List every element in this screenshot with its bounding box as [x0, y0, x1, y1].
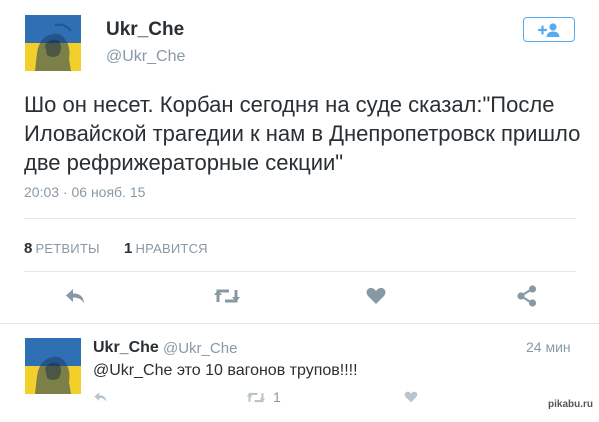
reply-author-name[interactable]: Ukr_Che — [93, 339, 159, 357]
retweets-label: РЕТВИТЫ — [35, 241, 100, 256]
reply-author-avatar[interactable] — [25, 338, 81, 394]
heart-icon — [366, 287, 386, 304]
reply-like-button[interactable] — [402, 389, 420, 405]
follow-button[interactable] — [523, 17, 575, 42]
author-name[interactable]: Ukr_Che — [106, 19, 184, 41]
reply-icon — [66, 289, 84, 303]
retweet-icon — [246, 392, 266, 402]
retweets-count: 8 — [24, 240, 33, 257]
retweet-icon — [214, 289, 240, 303]
reply-icon — [94, 392, 106, 402]
reply-author-handle[interactable]: @Ukr_Che — [163, 340, 237, 357]
share-icon — [517, 285, 537, 307]
author-avatar[interactable] — [25, 15, 81, 71]
likes-label: НРАВИТСЯ — [135, 241, 208, 256]
watermark: pikabu.ru — [548, 399, 594, 410]
divider — [24, 218, 576, 219]
add-user-icon — [537, 22, 560, 37]
likes-count: 1 — [124, 240, 133, 257]
share-button[interactable] — [513, 283, 541, 309]
retweets-stat[interactable]: 8 РЕТВИТЫ — [24, 240, 100, 257]
divider — [24, 271, 576, 272]
tweet-timestamp[interactable]: 20:03 · 06 нояб. 15 — [24, 184, 145, 200]
reply-retweet-button[interactable] — [244, 389, 268, 405]
reply-reply-button[interactable] — [90, 389, 110, 405]
heart-icon — [404, 391, 418, 403]
portrait-silhouette — [35, 356, 71, 394]
reply-text: @Ukr_Che это 10 вагонов трупов!!!! — [93, 362, 358, 379]
reply-button[interactable] — [60, 283, 90, 309]
divider — [0, 323, 599, 324]
portrait-silhouette — [35, 23, 72, 71]
tweet-text: Шо он несет. Корбан сегодня на суде сказ… — [24, 92, 581, 175]
like-button[interactable] — [362, 283, 390, 309]
likes-stat[interactable]: 1 НРАВИТСЯ — [124, 240, 208, 257]
reply-time[interactable]: 24 мин — [526, 339, 571, 355]
retweet-button[interactable] — [210, 283, 244, 309]
author-handle[interactable]: @Ukr_Che — [106, 48, 185, 66]
reply-retweet-count: 1 — [273, 389, 281, 405]
